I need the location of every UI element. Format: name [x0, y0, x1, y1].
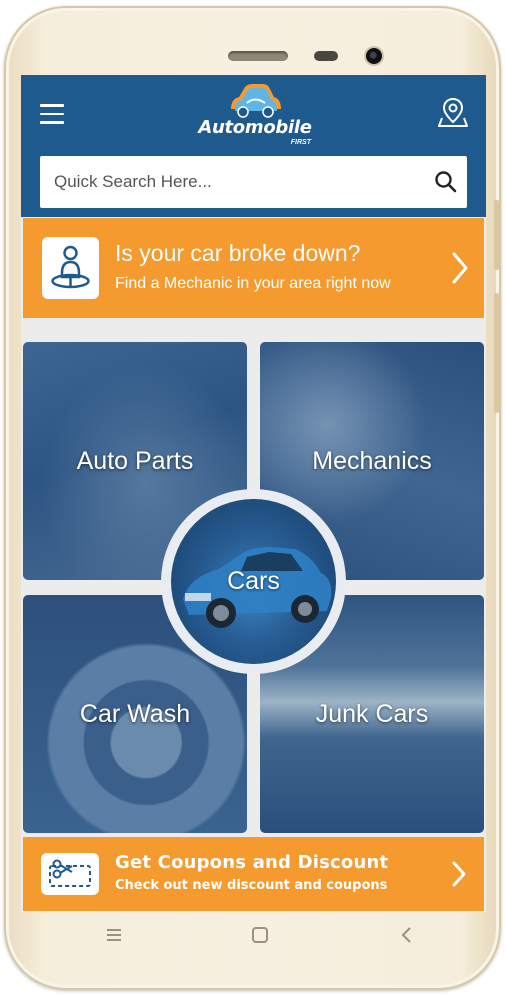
search-icon[interactable] [433, 169, 459, 195]
scissors-coupon-icon [49, 859, 91, 887]
front-camera [364, 46, 384, 66]
banner-subtitle: Check out new discount and coupons [115, 878, 388, 893]
app-logo: Automobile FIRST [193, 81, 317, 151]
app-name: Automobile [198, 117, 312, 138]
banner-title: Is your car broke down? [115, 240, 361, 266]
back-icon[interactable] [396, 924, 418, 946]
find-mechanic-banner[interactable]: Is your car broke down? Find a Mechanic … [23, 218, 484, 318]
power-button [494, 293, 499, 413]
search-bar [40, 156, 467, 208]
category-label: Cars [227, 567, 280, 595]
coupon-icon-box [41, 853, 99, 895]
category-cars[interactable]: Cars [161, 489, 346, 674]
earpiece-speaker [228, 51, 288, 61]
banner-subtitle: Find a Mechanic in your area right now [115, 275, 391, 292]
header: Automobile FIRST [21, 75, 486, 217]
chevron-right-icon [452, 252, 468, 284]
proximity-sensor [314, 51, 338, 61]
location-pin-icon[interactable] [438, 96, 468, 128]
android-nav-bar [0, 912, 506, 962]
home-icon[interactable] [249, 924, 271, 946]
chevron-right-icon [452, 861, 466, 887]
coupons-banner[interactable]: Get Coupons and Discount Check out new d… [23, 837, 484, 911]
hamburger-menu-icon[interactable] [40, 104, 66, 124]
search-input[interactable] [40, 156, 420, 208]
app-screen: Automobile FIRST Is your car broke d [21, 75, 486, 912]
mechanic-icon-box [42, 237, 99, 299]
volume-button [494, 200, 499, 270]
car-logo-icon [231, 84, 281, 118]
cars-image: Cars [171, 499, 336, 664]
app-subname: FIRST [290, 139, 311, 146]
mechanic-icon [51, 245, 90, 289]
recent-apps-icon[interactable] [103, 924, 125, 946]
banner-title: Get Coupons and Discount [115, 852, 389, 873]
